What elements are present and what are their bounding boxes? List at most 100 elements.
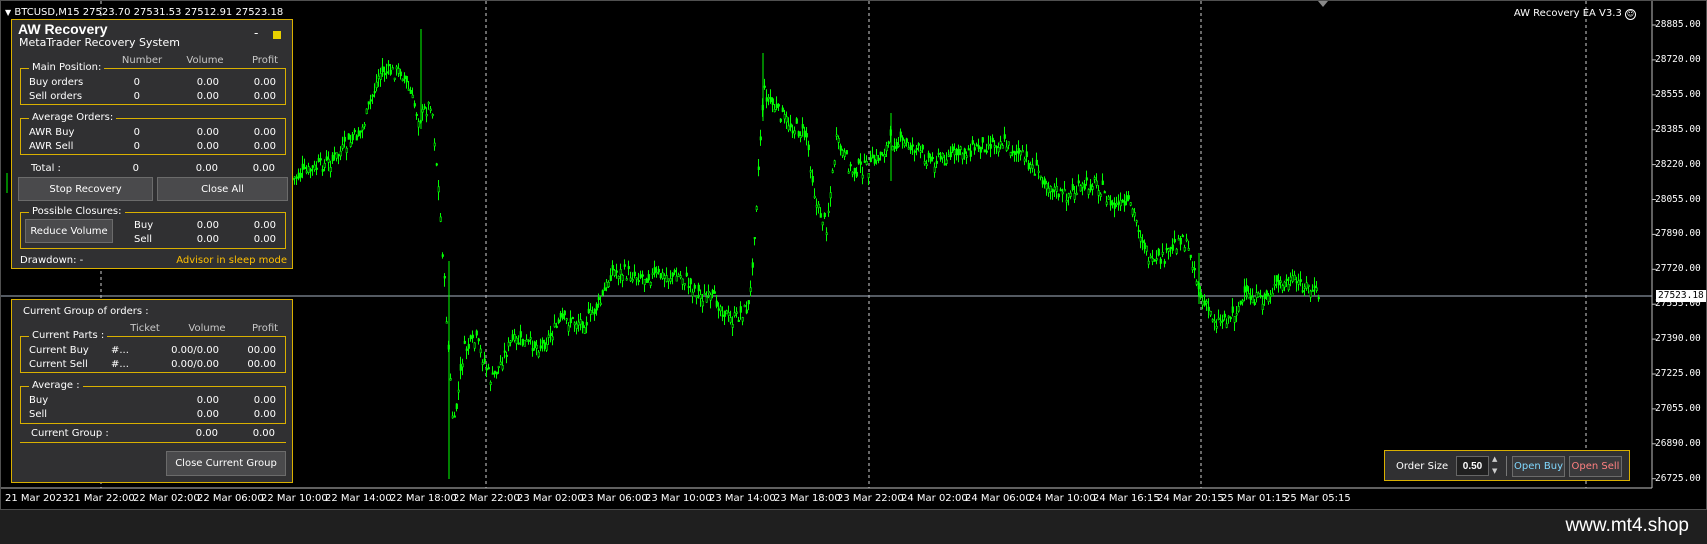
candle-body — [479, 348, 482, 354]
candle-body — [679, 275, 682, 278]
candle-body — [511, 334, 514, 340]
open-buy-button[interactable]: Open Buy — [1512, 456, 1565, 477]
chart-shift-marker-icon[interactable] — [1318, 1, 1328, 7]
price-axis-label: 27720.00 — [1655, 263, 1701, 275]
order-size-input[interactable] — [1456, 456, 1489, 476]
candle-body — [827, 210, 830, 213]
awr-buy-label: AWR Buy — [29, 127, 75, 138]
candle-body — [799, 135, 802, 138]
candle-body — [1125, 195, 1128, 202]
candle-body — [653, 267, 656, 274]
candle-body — [931, 157, 934, 160]
menu-triangle-icon[interactable]: ▼ — [5, 8, 11, 17]
candle-body — [429, 108, 432, 111]
candle-body — [953, 149, 956, 156]
candle-body — [469, 335, 472, 340]
order-size-label: Order Size — [1396, 461, 1449, 472]
candle-body — [927, 152, 930, 158]
candle-body — [1149, 255, 1152, 258]
candle-body — [507, 342, 510, 347]
stop-recovery-button[interactable]: Stop Recovery — [18, 177, 153, 201]
candle-body — [323, 163, 326, 168]
candle-body — [1271, 292, 1274, 297]
candle-body — [435, 163, 438, 166]
order-size-down-icon[interactable]: ▼ — [1492, 467, 1497, 475]
open-sell-button[interactable]: Open Sell — [1569, 456, 1622, 477]
candle-body — [859, 161, 862, 165]
close-current-group-button[interactable]: Close Current Group — [166, 451, 286, 476]
candle-body — [719, 306, 722, 312]
reduce-volume-button[interactable]: Reduce Volume — [25, 219, 113, 243]
time-axis-label: 24 Mar 02:00 — [901, 493, 968, 504]
candle-body — [1183, 247, 1186, 252]
candle-body — [821, 221, 824, 226]
candle-body — [475, 330, 478, 336]
candle-body — [1037, 170, 1040, 173]
average-buy-volume: 0.00 — [196, 395, 219, 406]
current-group-label: Current Group : — [31, 428, 109, 439]
candle-body — [1011, 150, 1014, 154]
price-axis-label: 27890.00 — [1655, 228, 1701, 240]
candle-body — [487, 367, 490, 370]
candle-body — [1171, 244, 1174, 251]
candle-body — [1231, 306, 1234, 313]
candle-body — [783, 114, 786, 120]
candle-body — [1287, 283, 1290, 291]
candle-body — [493, 370, 496, 374]
candle-body — [513, 334, 516, 341]
candle-body — [591, 312, 594, 315]
candle-body — [525, 339, 528, 342]
chart-window[interactable]: ▼ BTCUSD,M15 27523.70 27531.53 27512.91 … — [0, 0, 1707, 510]
candle-body — [969, 150, 972, 157]
candle-body — [1059, 189, 1062, 192]
price-axis-label: 26560.00 — [1655, 508, 1701, 509]
candle-body — [835, 134, 838, 137]
current-group-volume: 0.00 — [195, 428, 218, 439]
candle-body — [961, 153, 964, 160]
candle-body — [1115, 202, 1118, 205]
candle-body — [877, 157, 880, 161]
candle-body — [725, 310, 728, 315]
candle-body — [1215, 325, 1218, 329]
advisor-status: Advisor in sleep mode — [176, 255, 287, 266]
candle-body — [967, 148, 970, 151]
candle-body — [351, 134, 354, 141]
candle-body — [587, 308, 590, 314]
candle-body — [327, 158, 330, 163]
candle-body — [409, 90, 412, 94]
candle-body — [361, 126, 364, 131]
candle-body — [791, 130, 794, 134]
candle-body — [1009, 152, 1012, 156]
candle-body — [365, 108, 368, 114]
close-all-button[interactable]: Close All — [157, 177, 288, 201]
candle-body — [1255, 292, 1258, 299]
candle-body — [599, 302, 602, 305]
candle-body — [639, 274, 642, 278]
candle-body — [755, 206, 758, 210]
candle-body — [483, 358, 486, 363]
candle-body — [863, 160, 866, 163]
smiley-icon[interactable]: ☺ — [1625, 9, 1636, 20]
candle-body — [795, 118, 798, 124]
candle-body — [659, 273, 662, 278]
candle-body — [537, 351, 540, 358]
candle-body — [813, 195, 816, 198]
candle-body — [579, 319, 582, 325]
candle-body — [1269, 294, 1272, 297]
candle-body — [583, 327, 586, 334]
candle-body — [401, 78, 404, 81]
possible-closures-group: Possible Closures: Reduce Volume Buy 0.0… — [20, 206, 286, 249]
minimize-button[interactable]: - — [254, 26, 258, 40]
candle-body — [1057, 193, 1060, 198]
candle-body — [393, 77, 396, 80]
order-size-up-icon[interactable]: ▲ — [1492, 455, 1497, 463]
candle-body — [453, 415, 456, 418]
candle-body — [1119, 200, 1122, 207]
candle-body — [1131, 208, 1134, 215]
candle-body — [891, 146, 894, 151]
candle-body — [801, 124, 804, 129]
candle-body — [985, 150, 988, 153]
candle-body — [739, 306, 742, 313]
candle-body — [491, 372, 494, 375]
candle-body — [567, 325, 570, 332]
